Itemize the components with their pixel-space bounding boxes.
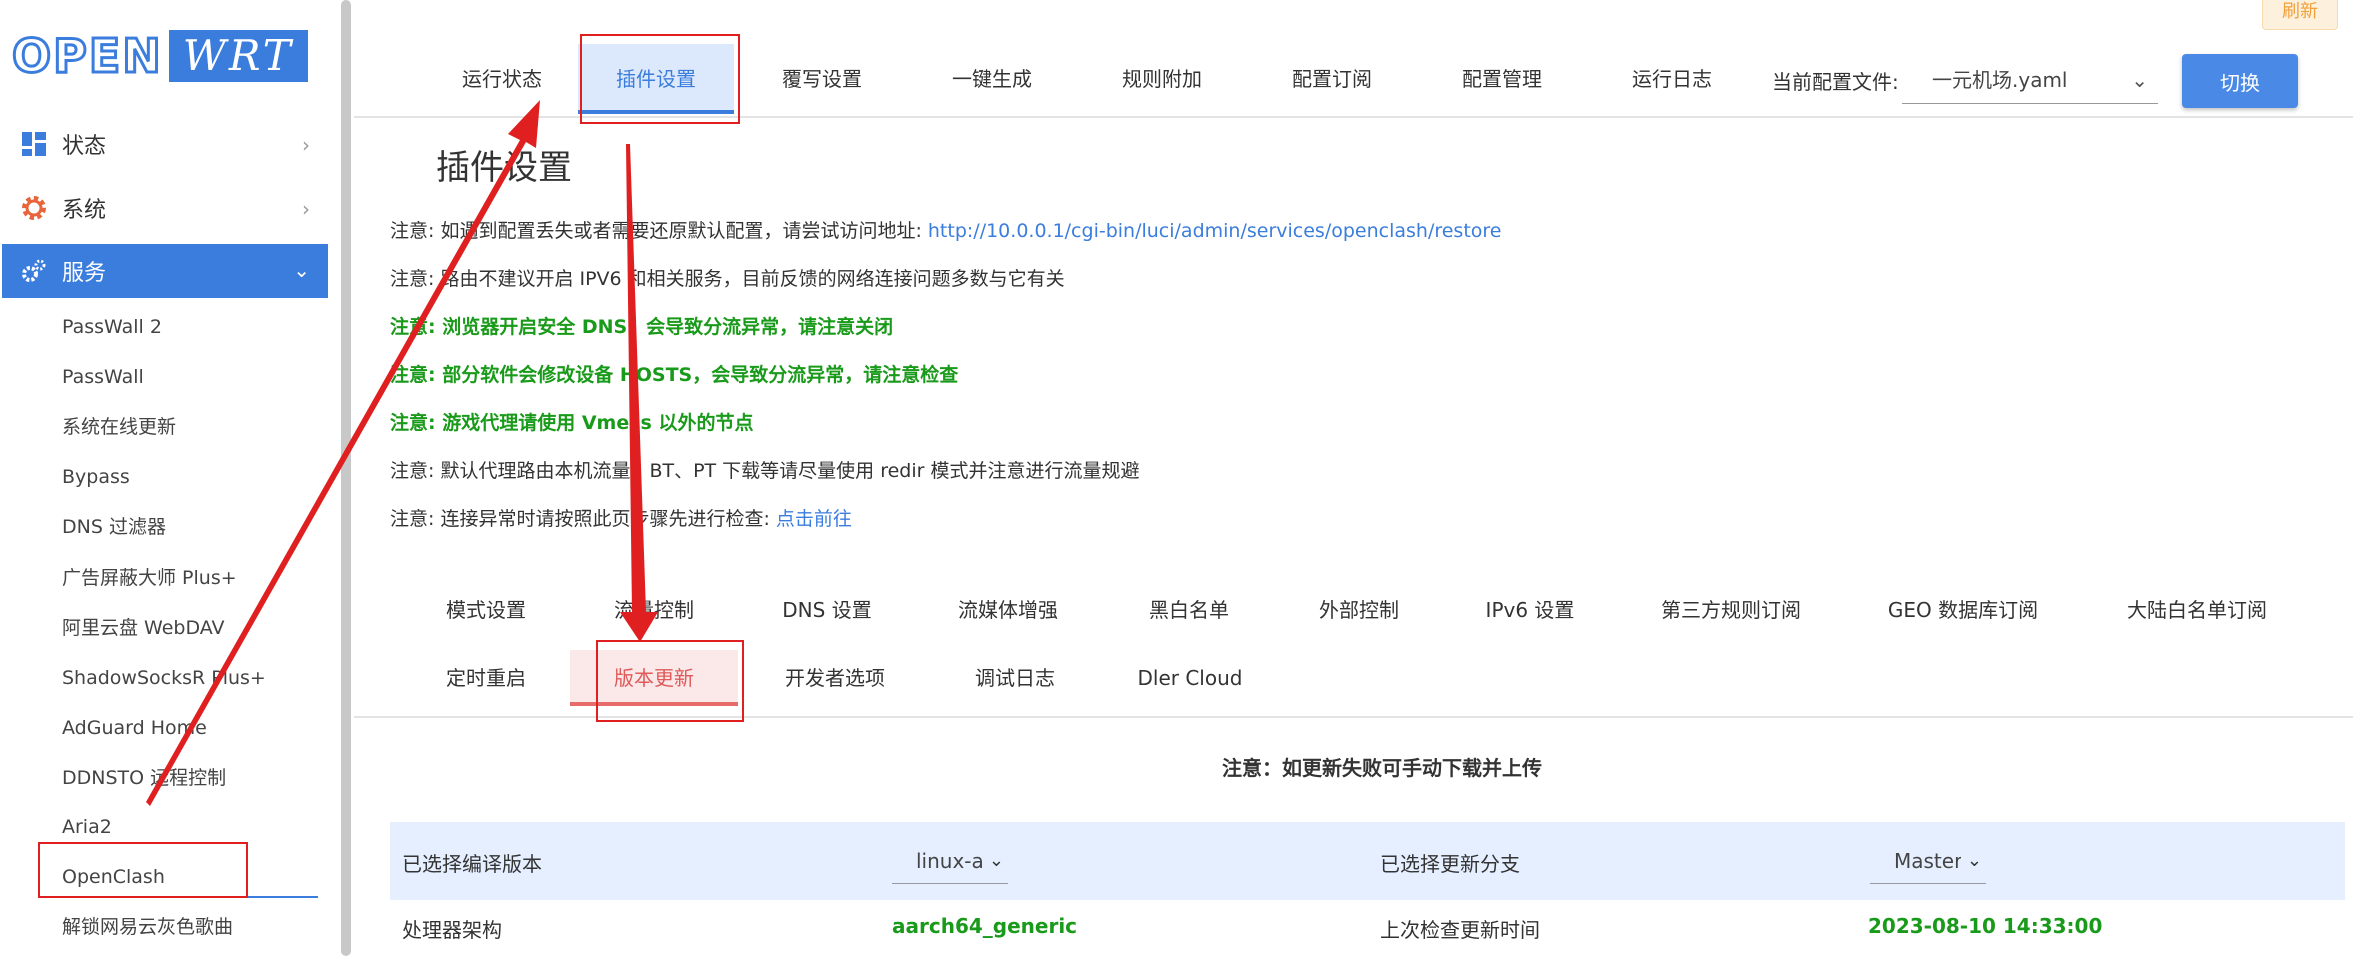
table-row: 处理器架构 aarch64_generic 上次检查更新时间 2023-08-1… <box>390 900 2345 952</box>
sidebar-subitem-ddnsto[interactable]: DDNSTO 远程控制 <box>62 762 226 794</box>
sidebar-item-status[interactable]: 状态 › <box>2 117 328 171</box>
sidebar-item-label: 状态 <box>62 134 107 159</box>
current-config-label: 当前配置文件: <box>1772 70 1899 94</box>
config-file-select[interactable]: 一元机场.yaml ⌄ <box>1902 56 2158 104</box>
page-title: 插件设置 <box>436 148 572 188</box>
chevron-down-icon: ⌄ <box>2131 68 2148 92</box>
update-branch-label: 已选择更新分支 <box>1380 852 1520 876</box>
subtab-ipv6-settings[interactable]: IPv6 设置 <box>1462 582 1598 638</box>
sidebar-item-label: 服务 <box>62 261 107 286</box>
subtab-mainland-whitelist[interactable]: 大陆白名单订阅 <box>2112 582 2282 638</box>
switch-button[interactable]: 切换 <box>2182 54 2298 108</box>
tab-rule-append[interactable]: 规则附加 <box>1092 44 1232 114</box>
compiled-version-select[interactable]: linux-a ⌄ <box>892 838 1008 884</box>
cpu-arch-value: aarch64_generic <box>892 914 1078 938</box>
annotation-arrows <box>146 100 658 806</box>
subtab-debug-log[interactable]: 调试日志 <box>950 650 1080 706</box>
sidebar-subitem-unblock-netease[interactable]: 解锁网易云灰色歌曲 <box>62 911 233 943</box>
update-branch-value: Master <box>1894 849 1963 873</box>
sidebar-subitem-passwall[interactable]: PassWall <box>62 361 144 393</box>
sidebar-subitem-bypass[interactable]: Bypass <box>62 461 130 493</box>
note-ipv6: 注意: 路由不建议开启 IPV6 和相关服务，目前反馈的网络连接问题多数与它有关 <box>390 268 1065 290</box>
sidebar: OPEN WRT 状态 › 系统 › 服务 ⌄ PassWall 2 PassW… <box>0 0 351 956</box>
go-link[interactable]: 点击前往 <box>776 508 852 530</box>
sidebar-subitem-aria2[interactable]: Aria2 <box>62 811 112 843</box>
tab-run-log[interactable]: 运行日志 <box>1602 44 1742 114</box>
gear-icon <box>20 194 48 222</box>
update-info-table: 已选择编译版本 linux-a ⌄ 已选择更新分支 Master ⌄ 处理器架构… <box>390 822 2345 952</box>
logo-text-wrt: WRT <box>168 30 308 82</box>
subtab-traffic-control[interactable]: 流量控制 <box>594 582 714 638</box>
subtab-scheduled-reboot[interactable]: 定时重启 <box>426 650 546 706</box>
openwrt-logo[interactable]: OPEN WRT <box>11 29 308 84</box>
note-restore: 注意: 如遇到配置丢失或者需要还原默认配置，请尝试访问地址: http://10… <box>390 216 1502 243</box>
dashboard-icon <box>20 130 48 158</box>
tab-config-subscribe[interactable]: 配置订阅 <box>1262 44 1402 114</box>
note-text: 注意: 连接异常时请按照此页步骤先进行检查: <box>390 508 776 530</box>
restore-link[interactable]: http://10.0.0.1/cgi-bin/luci/admin/servi… <box>928 220 1502 242</box>
sidebar-subitem-aliyun-webdav[interactable]: 阿里云盘 WebDAV <box>62 612 225 644</box>
logo-text-open: OPEN <box>11 29 163 84</box>
tab-running-status[interactable]: 运行状态 <box>432 44 572 114</box>
note-text: 注意: 如遇到配置丢失或者需要还原默认配置，请尝试访问地址: <box>390 220 928 242</box>
note-hosts: 注意: 部分软件会修改设备 HOSTS，会导致分流异常，请注意检查 <box>390 364 959 386</box>
sidebar-subitem-system-update[interactable]: 系统在线更新 <box>62 411 176 443</box>
chevron-down-icon: ⌄ <box>982 838 1004 883</box>
subtab-dns-settings[interactable]: DNS 设置 <box>764 582 890 638</box>
subtab-geo-database[interactable]: GEO 数据库订阅 <box>1880 582 2046 638</box>
highlight-box-plugin-settings <box>580 34 740 124</box>
sidebar-subitem-adblock-plus[interactable]: 广告屏蔽大师 Plus+ <box>62 562 237 594</box>
last-check-value: 2023-08-10 14:33:00 <box>1868 914 2103 938</box>
compiled-version-value: linux-a <box>916 849 984 873</box>
chevron-right-icon: › <box>302 197 310 221</box>
sidebar-item-label: 系统 <box>62 198 107 223</box>
chevron-down-icon: ⌄ <box>293 258 310 282</box>
sidebar-item-system[interactable]: 系统 › <box>2 181 328 235</box>
subtab-streaming-enhance[interactable]: 流媒体增强 <box>940 582 1076 638</box>
chevron-right-icon: › <box>302 133 310 157</box>
gears-icon <box>20 257 48 285</box>
refresh-button[interactable]: 刷新 <box>2262 0 2338 30</box>
sidebar-subitem-adguard-home[interactable]: AdGuard Home <box>62 712 207 744</box>
note-game-proxy: 注意: 游戏代理请使用 Vmess 以外的节点 <box>390 412 754 434</box>
subtab-mode-settings[interactable]: 模式设置 <box>426 582 546 638</box>
sidebar-item-services[interactable]: 服务 ⌄ <box>2 244 328 298</box>
sidebar-scrollbar[interactable] <box>341 0 351 956</box>
tab-config-manage[interactable]: 配置管理 <box>1432 44 1572 114</box>
compiled-version-label: 已选择编译版本 <box>402 852 542 876</box>
subtab-black-white-list[interactable]: 黑白名单 <box>1122 582 1256 638</box>
subtab-developer-options[interactable]: 开发者选项 <box>770 650 900 706</box>
chevron-down-icon: ⌄ <box>1960 838 1982 883</box>
subtab-third-party-rules[interactable]: 第三方规则订阅 <box>1646 582 1816 638</box>
update-failure-note: 注意：如更新失败可手动下载并上传 <box>1222 756 1542 780</box>
sidebar-subitem-dns-filter[interactable]: DNS 过滤器 <box>62 511 166 543</box>
note-redir-mode: 注意: 默认代理路由本机流量，BT、PT 下载等请尽量使用 redir 模式并注… <box>390 460 1140 482</box>
tab-override-settings[interactable]: 覆写设置 <box>752 44 892 114</box>
last-check-label: 上次检查更新时间 <box>1380 918 1540 942</box>
subtab-external-control[interactable]: 外部控制 <box>1292 582 1426 638</box>
highlight-box-openclash <box>38 842 248 898</box>
update-branch-select[interactable]: Master ⌄ <box>1870 838 1986 884</box>
tab-one-click-generate[interactable]: 一键生成 <box>922 44 1062 114</box>
note-secure-dns: 注意: 浏览器开启安全 DNS，会导致分流异常，请注意关闭 <box>390 316 894 338</box>
cpu-arch-label: 处理器架构 <box>402 918 502 942</box>
subtab-dler-cloud[interactable]: Dler Cloud <box>1130 650 1250 706</box>
table-row: 已选择编译版本 linux-a ⌄ 已选择更新分支 Master ⌄ <box>390 822 2345 900</box>
highlight-box-version-update <box>596 640 744 722</box>
sidebar-subitem-passwall2[interactable]: PassWall 2 <box>62 311 162 343</box>
sidebar-subitem-ssr-plus[interactable]: ShadowSocksR Plus+ <box>62 662 266 694</box>
note-connection-check: 注意: 连接异常时请按照此页步骤先进行检查: 点击前往 <box>390 504 852 531</box>
config-file-value: 一元机场.yaml <box>1932 68 2068 92</box>
